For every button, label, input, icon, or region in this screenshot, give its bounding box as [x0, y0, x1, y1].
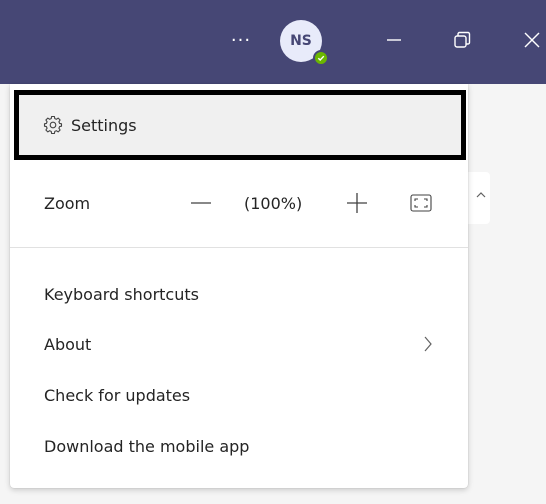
settings-label: Settings — [71, 115, 137, 135]
menu-item-about[interactable]: About — [44, 330, 91, 360]
zoom-row: Zoom (100%) — [10, 174, 468, 238]
minimize-button[interactable] — [376, 22, 412, 58]
presence-available-icon — [313, 50, 329, 66]
zoom-out-button[interactable] — [188, 188, 214, 218]
close-icon — [524, 32, 540, 48]
close-button[interactable] — [514, 22, 546, 58]
menu-item-keyboard-shortcuts[interactable]: Keyboard shortcuts — [44, 280, 199, 310]
restore-icon — [454, 31, 471, 48]
minimize-icon — [387, 39, 401, 41]
minus-icon — [191, 202, 211, 204]
fit-to-screen-icon — [410, 194, 432, 212]
menu-divider — [10, 247, 468, 248]
zoom-label: Zoom — [44, 194, 91, 213]
chevron-up-icon — [476, 188, 486, 202]
restore-button[interactable] — [444, 22, 480, 58]
more-options-button[interactable]: ··· — [224, 24, 258, 58]
zoom-in-button[interactable] — [344, 188, 370, 218]
gear-icon — [43, 115, 63, 135]
zoom-level: (100%) — [244, 194, 303, 213]
plus-icon — [347, 193, 367, 213]
fit-to-screen-button[interactable] — [408, 188, 434, 218]
settings-menu: Settings Zoom (100%) Keyboard shortcuts … — [10, 84, 468, 488]
menu-item-check-for-updates[interactable]: Check for updates — [44, 381, 190, 411]
menu-item-download-mobile-app[interactable]: Download the mobile app — [44, 432, 249, 462]
chevron-right-icon — [420, 332, 436, 356]
title-bar: ··· NS — [0, 0, 546, 84]
settings-menu-item[interactable]: Settings — [14, 90, 466, 160]
